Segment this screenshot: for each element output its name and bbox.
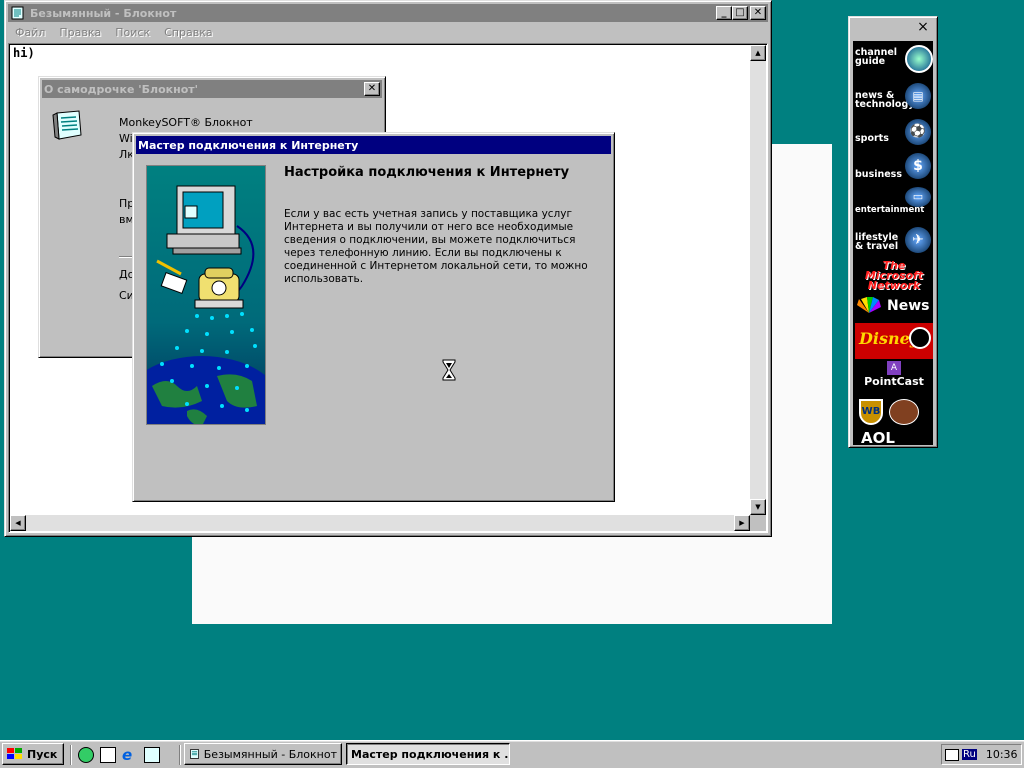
outlook-express-icon[interactable] [100, 747, 116, 763]
task-label: Мастер подключения к ... [351, 747, 510, 761]
channel-item-sports[interactable]: sports ⚽ [855, 115, 933, 149]
scroll-down-button[interactable]: ▼ [750, 499, 766, 515]
menu-search[interactable]: Поиск [108, 26, 157, 39]
wizard-title: Мастер подключения к Интернету [138, 138, 359, 152]
wizard-heading: Настройка подключения к Интернету [284, 165, 570, 180]
mickey-icon [909, 327, 931, 349]
taz-icon [889, 399, 919, 425]
taskbar-button-notepad[interactable]: Безымянный - Блокнот [184, 743, 342, 765]
close-button[interactable]: ✕ [750, 6, 766, 20]
notepad-menubar: Файл Правка Поиск Справка [8, 23, 768, 41]
scroll-up-button[interactable]: ▲ [750, 45, 766, 61]
channels-icon[interactable] [78, 747, 94, 763]
internet-explorer-icon[interactable]: e [122, 747, 138, 763]
ball-icon: ⚽ [905, 119, 931, 145]
channel-label: channel guide [855, 47, 898, 67]
msnbc-news-logo[interactable]: News [855, 293, 933, 319]
taskbar-separator [70, 745, 72, 765]
notepad-small-icon [190, 749, 199, 759]
hourglass-cursor-icon [442, 359, 456, 384]
size-grip[interactable] [750, 515, 766, 531]
aol-logo[interactable]: AOL [855, 429, 933, 445]
wizard-illustration [146, 165, 266, 425]
minimize-button[interactable]: _ [716, 6, 732, 20]
pointcast-icon: A [887, 361, 901, 375]
about-line-2: Wi [119, 132, 133, 145]
channel-item-news[interactable]: news & technology ▤ [855, 79, 933, 113]
clock[interactable]: 10:36 [986, 748, 1018, 761]
taskbar-separator [179, 745, 181, 765]
msnbc-news-text: News [887, 298, 930, 314]
notepad-large-icon [51, 109, 85, 144]
scroll-right-button[interactable]: ▶ [734, 515, 750, 531]
vertical-scrollbar[interactable]: ▲ ▼ [750, 45, 766, 515]
quick-launch: e [78, 745, 174, 765]
msn-logo[interactable]: The Microsoft Network [855, 259, 933, 291]
channel-item-lifestyle[interactable]: lifestyle & travel ✈ [855, 223, 933, 257]
scroll-left-button[interactable]: ◀ [10, 515, 26, 531]
start-button[interactable]: Пуск [2, 743, 64, 765]
network-icon[interactable] [945, 748, 959, 761]
task-label: Безымянный - Блокнот [203, 747, 337, 761]
pointcast-logo[interactable]: A PointCast [855, 361, 933, 393]
disney-logo[interactable]: Disney [855, 323, 933, 359]
nbc-peacock-icon [857, 297, 881, 313]
notepad-title: Безымянный - Блокнот [30, 6, 177, 20]
language-indicator[interactable]: Ru [962, 749, 977, 760]
channel-item-entertainment[interactable]: entertainment ▭ [855, 187, 933, 221]
dollar-icon: $ [905, 153, 931, 179]
channel-bar: × channel guide news & technology ▤ spor… [848, 16, 938, 448]
about-titlebar[interactable]: О самодрочке 'Блокнот' ✕ [42, 80, 382, 98]
notepad-app-icon [10, 6, 26, 20]
channel-item-business[interactable]: business $ [855, 151, 933, 185]
magnifier-icon [905, 45, 933, 73]
wb-logo[interactable]: WB [855, 397, 933, 427]
menu-help[interactable]: Справка [157, 26, 219, 39]
tv-icon: ▭ [905, 187, 931, 207]
maximize-button[interactable]: □ [732, 6, 748, 20]
channel-label: lifestyle & travel [855, 232, 899, 252]
horizontal-scrollbar[interactable]: ◀ ▶ [10, 515, 750, 531]
about-close-button[interactable]: ✕ [364, 82, 380, 96]
channel-item-guide[interactable]: channel guide [855, 43, 933, 77]
about-title: О самодрочке 'Блокнот' [44, 82, 199, 96]
notepad-content: hi) [13, 46, 35, 60]
airplane-icon: ✈ [905, 227, 931, 253]
windows-logo-icon [7, 748, 22, 759]
wb-shield-icon: WB [859, 399, 883, 425]
channel-bar-close-button[interactable]: × [915, 19, 931, 35]
wizard-titlebar[interactable]: Мастер подключения к Интернету [136, 136, 611, 154]
notepad-titlebar[interactable]: Безымянный - Блокнот _ □ ✕ [8, 4, 768, 22]
menu-file[interactable]: Файл [8, 26, 52, 39]
start-label: Пуск [27, 747, 58, 761]
show-desktop-icon[interactable] [144, 747, 160, 763]
menu-edit[interactable]: Правка [52, 26, 108, 39]
newspaper-icon: ▤ [905, 83, 931, 109]
connection-wizard-window: Мастер подключения к Интернету Настройка… [132, 132, 615, 502]
system-tray: Ru 10:36 [941, 744, 1022, 765]
pointcast-text: PointCast [864, 375, 924, 388]
about-line-1: MonkeySOFT® Блокнот [119, 116, 253, 129]
taskbar-button-wizard[interactable]: Мастер подключения к ... [346, 743, 510, 765]
wizard-body-text: Если у вас есть учетная запись у поставщ… [284, 208, 588, 285]
